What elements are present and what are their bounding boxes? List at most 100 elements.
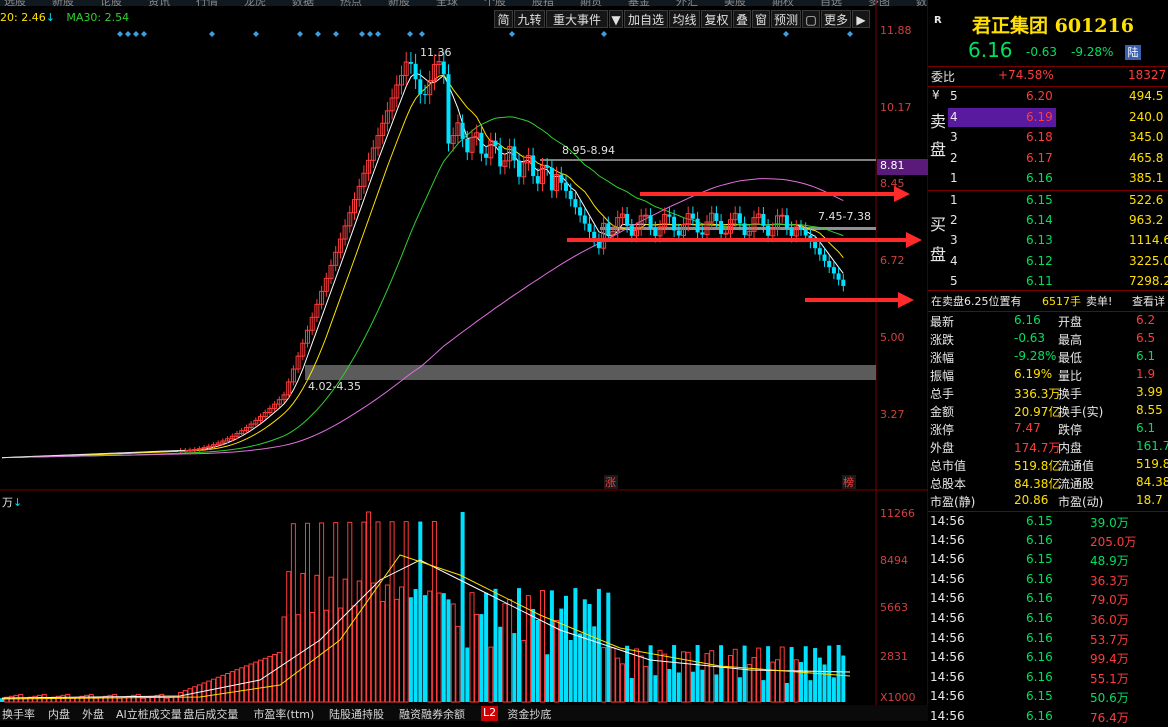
quote-cell: 18.7: [1136, 493, 1163, 507]
indicator-tab[interactable]: 融资融券余额: [399, 706, 465, 721]
quote-cell: 6.15: [1026, 552, 1053, 567]
volume-axis-label: 5663: [880, 601, 908, 614]
quote-cell: 519.8亿: [1014, 459, 1061, 473]
quote-row: 14:56 6.16 79.0万: [928, 589, 1168, 609]
event-diamond-icon: [209, 31, 215, 37]
quote-cell: 6.15: [1026, 514, 1053, 528]
toolbar-button[interactable]: ▢: [802, 10, 820, 28]
toolbar-button[interactable]: 重大事件: [546, 10, 608, 28]
toolbar-button[interactable]: 预测: [771, 10, 801, 28]
notice-detail-button[interactable]: 查看详: [1132, 293, 1165, 309]
quote-cell: 总手: [930, 387, 955, 401]
quote-row: 外盘 174.7万 内盘 161.7: [928, 437, 1168, 457]
toolbar-button[interactable]: ▼: [609, 10, 623, 28]
volume-bar-down: [737, 677, 742, 702]
quote-cell: 3.99: [1136, 385, 1163, 399]
candle-down: [742, 223, 747, 236]
volume-bar-up: [286, 571, 292, 703]
volume-axis-label: 11266: [880, 507, 915, 520]
toolbar-button[interactable]: 简: [494, 10, 513, 28]
volume-bar-up: [431, 521, 437, 703]
volume-bar-up: [234, 669, 240, 703]
quote-cell: 494.5: [1129, 89, 1164, 103]
volume-bar-up: [93, 697, 99, 703]
toolbar-button[interactable]: 叠: [733, 10, 751, 28]
volume-bar-down: [784, 682, 789, 702]
gap-line-top: [540, 159, 876, 161]
ma10-line: [1, 74, 844, 459]
volume-bar-up: [770, 661, 776, 703]
candle-down: [479, 132, 484, 154]
indicator-tab[interactable]: 资金抄底: [507, 706, 551, 721]
candle-down: [714, 213, 719, 221]
volume-bar-up: [84, 694, 90, 703]
volume-bar-up: [187, 688, 193, 703]
candle-down: [564, 182, 568, 191]
candle-down: [418, 79, 423, 95]
volume-bar-up: [262, 657, 268, 703]
quote-cell: 2: [950, 212, 958, 227]
volume-bar-up: [366, 511, 372, 703]
arrow-head-icon: [898, 292, 914, 308]
event-diamond-icon: [847, 31, 853, 37]
indicator-tab[interactable]: 市盈率(ttm): [253, 706, 314, 721]
price-axis-label: 6.72: [880, 254, 905, 267]
quote-row: 5 6.11 7298.2: [928, 272, 1168, 292]
indicator-tab[interactable]: 换手率: [2, 706, 35, 721]
event-diamond-icon: [375, 31, 381, 37]
event-diamond-icon: [367, 31, 373, 37]
indicator-tab[interactable]: 内盘: [48, 706, 70, 721]
candle-down: [648, 215, 653, 229]
candle-down: [831, 267, 836, 274]
volume-bar-up: [211, 678, 216, 703]
volume-bar-down: [582, 599, 587, 702]
quote-cell: 39.0万: [1090, 516, 1129, 530]
indicator-tab[interactable]: 盘后成交量: [183, 706, 238, 721]
price-axis-label: 8.45: [880, 177, 905, 190]
indicator-tab[interactable]: L2: [481, 706, 499, 721]
volume-bar-up: [540, 589, 545, 703]
candle-down: [549, 167, 554, 191]
price-axis-label: 3.27: [880, 408, 905, 421]
volume-bar-up: [521, 639, 527, 703]
quote-cell: 最高: [1058, 333, 1083, 347]
kline-chart[interactable]: 11.88 10.17 8.81 8.45 6.72 5.00 3.27 11266 8494 5…: [0, 0, 928, 705]
toolbar-button[interactable]: 九转: [514, 10, 545, 28]
volume-bar-down: [573, 588, 578, 702]
volume-bar-up: [723, 666, 729, 703]
toolbar-button[interactable]: 窗: [752, 10, 770, 28]
toolbar-button[interactable]: 均线: [669, 10, 700, 28]
annotation-high: 11.36: [420, 46, 452, 59]
volume-bar-up: [117, 697, 122, 703]
indicator-tab[interactable]: 陆股通持股: [329, 706, 384, 721]
quote-cell: 465.8: [1129, 150, 1164, 165]
indicator-tab[interactable]: 外盘: [82, 706, 104, 721]
quote-cell: 6.12: [1026, 253, 1053, 268]
toolbar-button[interactable]: 更多: [821, 10, 851, 28]
volume-bar-up: [732, 648, 738, 703]
annotation-gap_top: 8.95-8.94: [562, 144, 615, 157]
candle-down: [484, 153, 489, 158]
volume-bar-down: [831, 677, 836, 702]
volume-unit: 万: [2, 496, 13, 509]
candle-down: [517, 160, 521, 177]
volume-bar-down: [700, 669, 705, 702]
lu-badge[interactable]: 陆: [1125, 45, 1141, 60]
quote-cell: 涨跌: [930, 333, 955, 347]
quote-cell: 涨幅: [930, 351, 955, 365]
indicator-tab[interactable]: AI立桩成交量: [116, 706, 182, 721]
toolbar-button[interactable]: ▶: [852, 10, 870, 28]
quote-row: 14:56 6.16 205.0万: [928, 531, 1168, 551]
event-diamond-icon: [783, 31, 789, 37]
quote-cell: 最新: [930, 315, 955, 329]
volume-bar-down: [484, 592, 489, 702]
bang-label: 榜: [843, 475, 854, 489]
quote-cell: 36.3万: [1090, 573, 1129, 588]
volume-bar-up: [319, 522, 325, 703]
volume-bar-up: [427, 590, 433, 703]
toolbar-button[interactable]: 加自选: [624, 10, 668, 28]
quote-row: 涨跌 -0.63 最高 6.5: [928, 329, 1168, 349]
toolbar-button[interactable]: 复权: [701, 10, 732, 28]
volume-bar-up: [51, 696, 57, 703]
price-pct: -9.28%: [1071, 45, 1114, 59]
